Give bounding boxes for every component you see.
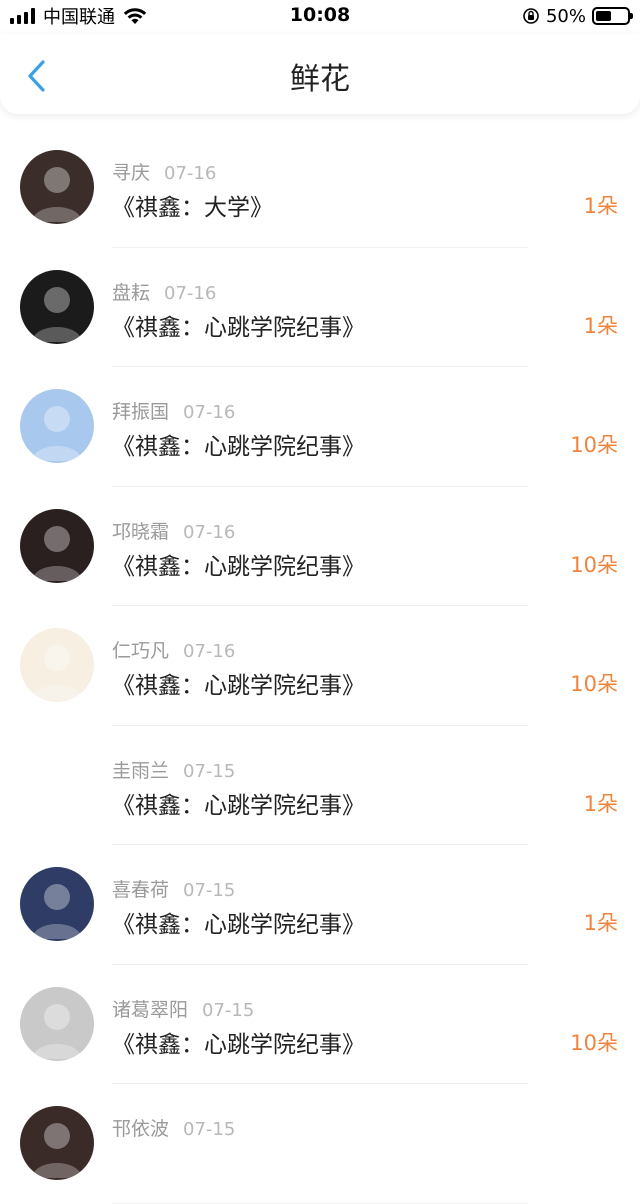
sender-name: 仁巧凡 xyxy=(112,640,170,662)
flower-count: 10朵 xyxy=(570,1030,618,1055)
book-title[interactable]: 《祺鑫：大学》 xyxy=(112,188,273,222)
send-date: 07-15 xyxy=(183,880,236,901)
sender-meta: 喜春荷 07-15 xyxy=(112,875,235,902)
send-date: 07-15 xyxy=(183,760,236,782)
send-date: 07-15 xyxy=(183,1119,236,1140)
avatar[interactable] xyxy=(20,867,94,941)
avatar-image xyxy=(32,1123,82,1178)
send-date: 07-16 xyxy=(164,163,217,184)
list-item[interactable]: 圭雨兰 07-15 《祺鑫：心跳学院纪事》 1朵 xyxy=(0,726,640,845)
sender-meta: 圭雨兰 07-15 xyxy=(112,756,235,783)
battery-icon xyxy=(592,7,633,25)
flower-count: 1朵 xyxy=(583,791,618,816)
sender-name: 寻庆 xyxy=(112,162,151,184)
book-title[interactable]: 《祺鑫：心跳学院纪事》 xyxy=(112,308,365,342)
book-title[interactable]: 《祺鑫：心跳学院纪事》 xyxy=(112,786,365,820)
avatar[interactable] xyxy=(20,269,94,344)
avatar-image xyxy=(32,406,82,461)
book-title[interactable]: 《祺鑫：心跳学院纪事》 xyxy=(112,905,365,939)
flower-count: 10朵 xyxy=(570,433,618,457)
send-date: 07-16 xyxy=(164,282,217,304)
page-title: 鲜花 xyxy=(290,62,350,97)
rotation-lock-icon xyxy=(523,8,539,24)
book-title[interactable]: 《祺鑫：心跳学院纪事》 xyxy=(112,427,365,461)
avatar[interactable] xyxy=(20,150,94,224)
flower-count: 1朵 xyxy=(583,194,618,218)
nav-bar: 鲜花 xyxy=(0,34,640,114)
sender-name: 拜振国 xyxy=(112,401,170,423)
list-item[interactable]: 邛晓霜 07-16 《祺鑫：心跳学院纪事》 10朵 xyxy=(0,487,640,606)
sender-name: 邛晓霜 xyxy=(112,520,170,543)
flower-count: 1朵 xyxy=(583,313,618,338)
avatar-image xyxy=(32,645,82,700)
avatar-image xyxy=(32,764,82,820)
avatar-image xyxy=(32,1003,82,1059)
flower-list: 寻庆 07-16 《祺鑫：大学》 1朵 盘耘 07-16 《祺鑫：心跳学院纪事》 1… xyxy=(0,128,640,1204)
list-item[interactable]: 喜春荷 07-15 《祺鑫：心跳学院纪事》 1朵 xyxy=(0,845,640,965)
send-date: 07-16 xyxy=(183,641,236,662)
sender-meta: 邗依波 07-15 xyxy=(112,1114,235,1141)
sender-name: 盘耘 xyxy=(112,281,151,304)
avatar[interactable] xyxy=(20,1106,94,1180)
status-bar: 中国联通 10:08 50% xyxy=(0,0,640,34)
book-title[interactable]: 《祺鑫：心跳学院纪事》 xyxy=(112,547,365,581)
list-item[interactable]: 仁巧凡 07-16 《祺鑫：心跳学院纪事》 10朵 xyxy=(0,606,640,726)
avatar[interactable] xyxy=(20,508,94,583)
list-item[interactable]: 诸葛翠阳 07-15 《祺鑫：心跳学院纪事》 10朵 xyxy=(0,965,640,1084)
flower-count: 10朵 xyxy=(570,552,618,577)
flower-count: 1朵 xyxy=(583,911,618,935)
sender-name: 邗依波 xyxy=(112,1118,170,1140)
battery-fill xyxy=(596,11,611,21)
list-item[interactable]: 邗依波 07-15 xyxy=(0,1084,640,1204)
book-title[interactable]: 《祺鑫：心跳学院纪事》 xyxy=(112,666,365,700)
avatar[interactable] xyxy=(20,986,94,1061)
send-date: 07-15 xyxy=(202,999,255,1021)
avatar-image xyxy=(32,525,82,581)
flower-count: 10朵 xyxy=(570,672,618,696)
list-item[interactable]: 盘耘 07-16 《祺鑫：心跳学院纪事》 1朵 xyxy=(0,248,640,367)
sender-meta: 邛晓霜 07-16 xyxy=(112,517,235,544)
avatar[interactable] xyxy=(20,389,94,463)
sender-meta: 寻庆 07-16 xyxy=(112,158,216,185)
battery-percent: 50% xyxy=(545,5,586,27)
list-item[interactable]: 寻庆 07-16 《祺鑫：大学》 1朵 xyxy=(0,128,640,248)
sender-name: 喜春荷 xyxy=(112,879,170,901)
avatar-image xyxy=(32,286,82,342)
avatar[interactable] xyxy=(20,747,94,822)
avatar-image xyxy=(32,167,82,222)
avatar-image xyxy=(32,884,82,939)
sender-name: 诸葛翠阳 xyxy=(112,998,189,1021)
sender-meta: 盘耘 07-16 xyxy=(112,278,216,305)
send-date: 07-16 xyxy=(183,521,236,543)
divider xyxy=(112,1202,528,1204)
status-right: 50% xyxy=(522,5,633,27)
sender-meta: 诸葛翠阳 07-15 xyxy=(112,995,254,1022)
sender-meta: 拜振国 07-16 xyxy=(112,397,235,424)
book-title[interactable]: 《祺鑫：心跳学院纪事》 xyxy=(112,1025,365,1059)
avatar[interactable] xyxy=(20,628,94,702)
send-date: 07-16 xyxy=(183,402,236,423)
list-item[interactable]: 拜振国 07-16 《祺鑫：心跳学院纪事》 10朵 xyxy=(0,367,640,487)
sender-name: 圭雨兰 xyxy=(112,759,170,782)
sender-meta: 仁巧凡 07-16 xyxy=(112,636,235,663)
